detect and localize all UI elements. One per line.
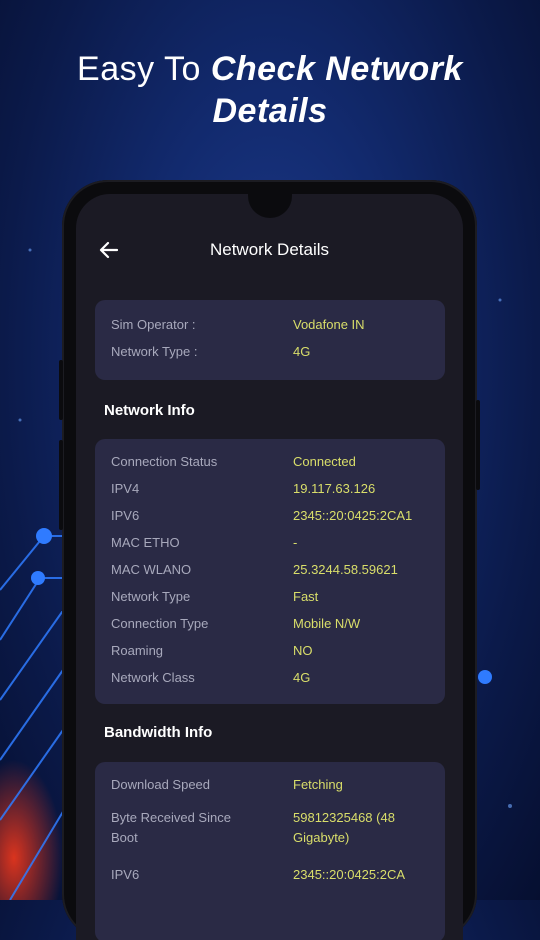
camera-notch — [247, 194, 292, 218]
row-value: 4G — [293, 670, 311, 685]
bandwidth-info-card: Download Speed Fetching Byte Received Sin… — [95, 762, 445, 940]
row-label: IPV6 — [111, 867, 140, 882]
phone-side-button — [476, 400, 480, 490]
network-info-card: Connection Status Connected IPV4 19.117.63… — [95, 439, 445, 704]
phone-side-button — [59, 360, 63, 420]
row-value: 2345::20:0425:2CA — [293, 867, 406, 882]
row-value: 59812325468 (48 Gigabyte) — [293, 810, 395, 845]
row-label: MAC ETHO — [111, 535, 180, 550]
row-value: Fetching — [293, 777, 343, 792]
row-value: Connected — [293, 454, 356, 469]
row-label: Connection Status — [111, 454, 218, 469]
phone-side-button — [59, 440, 63, 530]
row-value: 19.117.63.126 — [293, 481, 376, 496]
app-header: Network Details — [76, 236, 463, 264]
headline-bold-text-line2: Details — [212, 92, 328, 130]
row-label: Byte Received Since Boot — [111, 810, 231, 845]
row-value: 25.3244.58.59621 — [293, 562, 398, 577]
sim-info-card: Sim Operator : Vodafone IN Network Type … — [95, 300, 445, 380]
row-label: IPV6 — [111, 508, 140, 523]
row-value: - — [293, 535, 298, 550]
row-label: IPV4 — [111, 481, 140, 496]
row-value: Mobile N/W — [293, 616, 361, 631]
section-title-bandwidth-info: Bandwidth Info — [104, 724, 213, 741]
headline-bold-text-line1: Check Network — [210, 50, 463, 88]
row-label: Connection Type — [111, 616, 209, 631]
row-label: MAC WLANO — [111, 562, 192, 577]
row-label: Network Class — [111, 670, 195, 685]
row-label: Sim Operator : — [111, 317, 196, 332]
row-label: Network Type : — [111, 344, 198, 359]
section-title-network-info: Network Info — [104, 402, 195, 419]
row-label: Network Type — [111, 589, 191, 604]
phone-screen: Network Details Sim Operator : Vodafone … — [76, 194, 463, 940]
phone-mockup: Network Details Sim Operator : Vodafone … — [59, 180, 480, 940]
row-label: Roaming — [111, 643, 164, 658]
row-value: 4G — [293, 344, 311, 359]
row-value: NO — [293, 643, 313, 658]
row-label: Download Speed — [111, 777, 211, 792]
promo-headline: Easy To Check Network Details — [0, 48, 540, 132]
row-value: Vodafone IN — [293, 317, 365, 332]
headline-light-text: Easy To — [77, 50, 201, 88]
row-value: Fast — [293, 589, 319, 604]
page-title: Network Details — [209, 240, 330, 259]
row-value: 2345::20:0425:2CA1 — [293, 508, 413, 523]
